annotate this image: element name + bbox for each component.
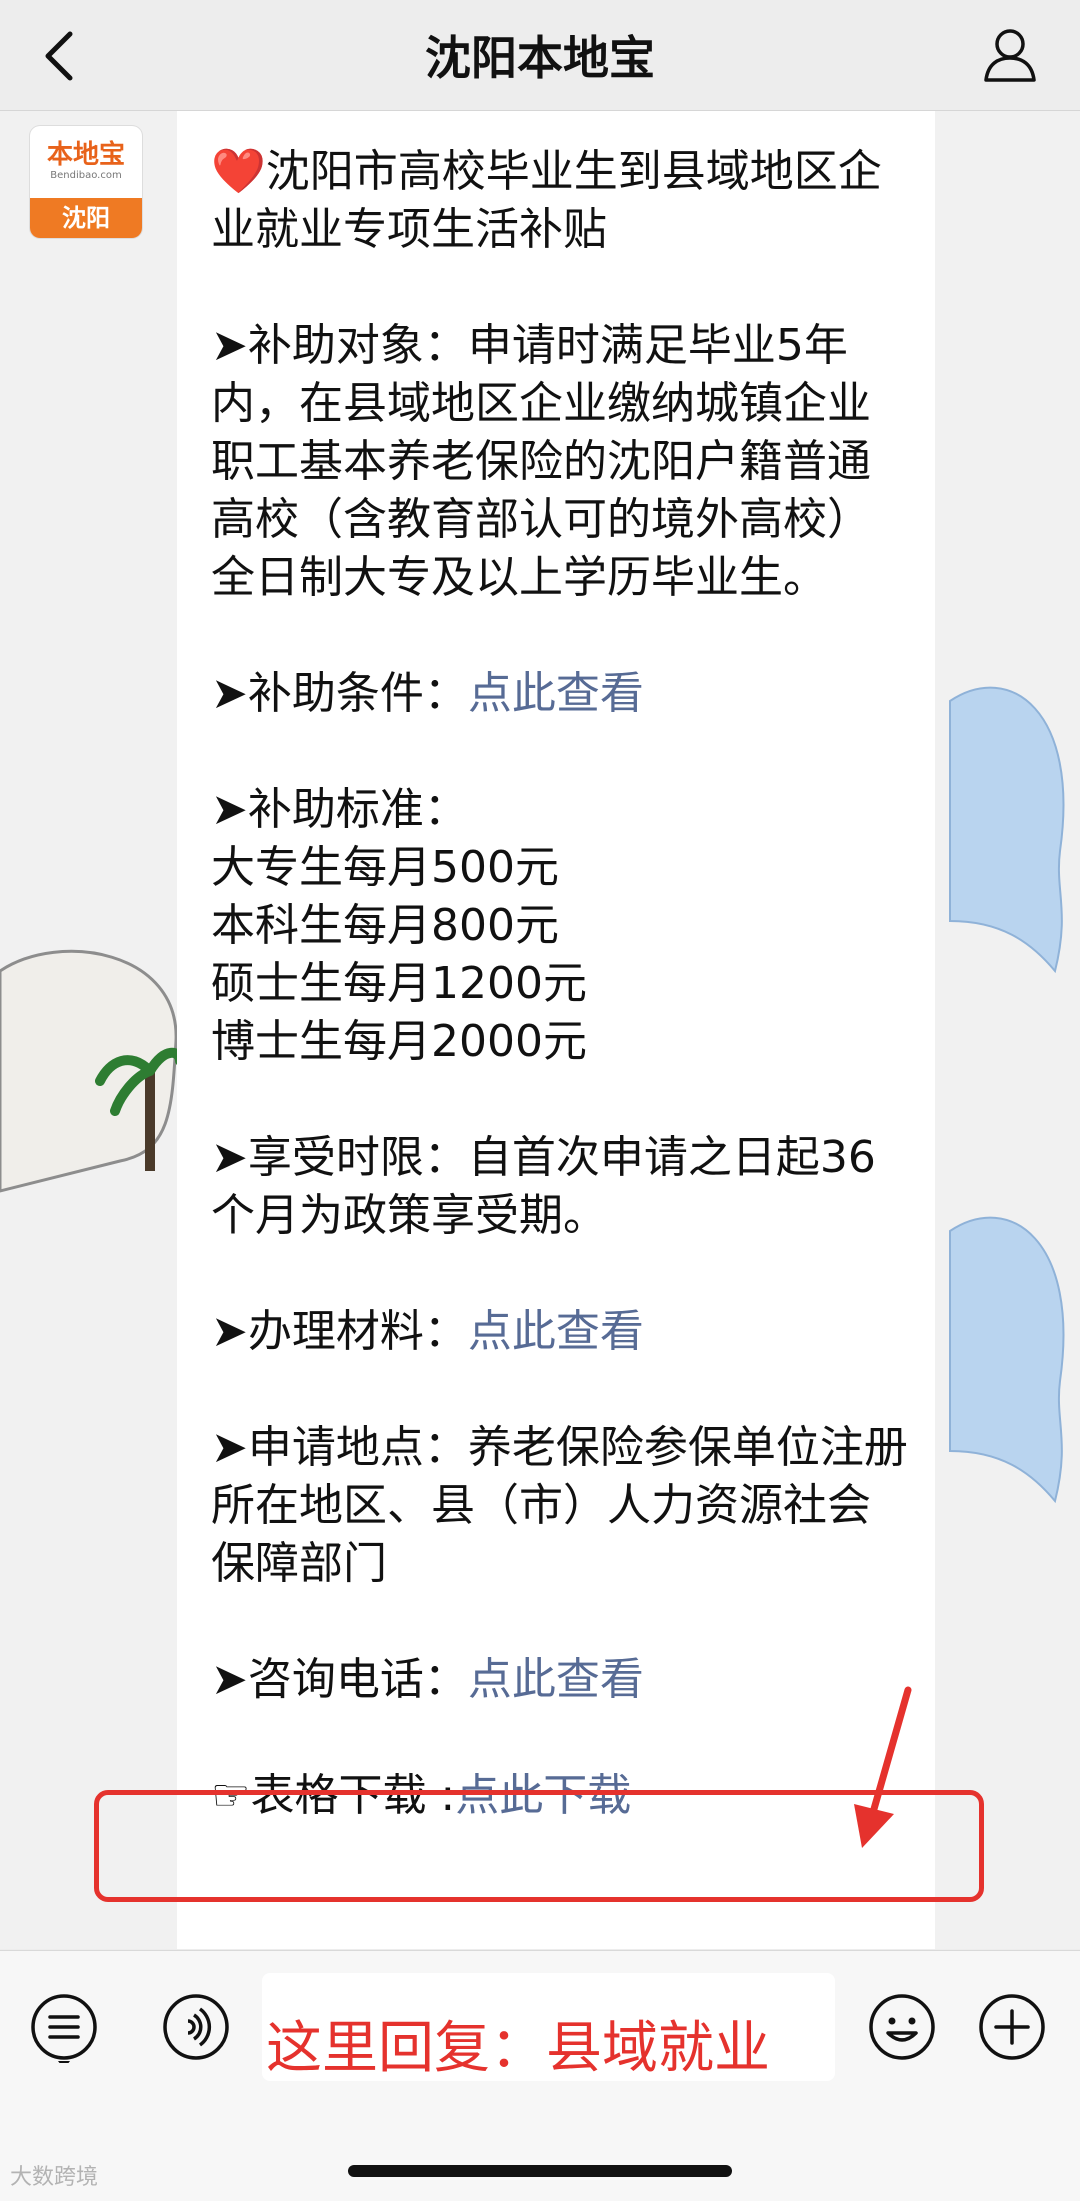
message-bubble: ❤️沈阳市高校毕业生到县域地区企业就业专项生活补贴 ➤补助对象：申请时满足毕业5… — [177, 111, 935, 1949]
location-section: ➤申请地点：养老保险参保单位注册所在地区、县（市）人力资源社会保障部门 — [211, 1422, 908, 1589]
watermark-text: 大数跨境 — [10, 2165, 99, 2190]
avatar-brand-text: 本地宝 — [46, 140, 125, 170]
emoji-icon[interactable] — [866, 1991, 938, 2063]
account-avatar[interactable]: 本地宝 Bendibao.com 沈阳 — [30, 126, 142, 238]
heart-icon: ❤️ — [211, 146, 266, 197]
page-title: 沈阳本地宝 — [425, 31, 655, 85]
background-bubble-decoration — [949, 686, 1065, 974]
background-bubble-decoration — [949, 1216, 1065, 1504]
period-section: ➤享受时限：自首次申请之日起36个月为政策享受期。 — [211, 1132, 876, 1241]
highlight-box-annotation — [94, 1790, 984, 1902]
standard-item: 大专生每月500元 — [211, 842, 559, 893]
message-title: ❤️沈阳市高校毕业生到县域地区企业就业专项生活补贴 — [211, 146, 882, 255]
phone-section: ➤咨询电话：点此查看 — [211, 1654, 644, 1705]
header-bar: 沈阳本地宝 — [0, 0, 1080, 111]
profile-icon[interactable] — [980, 24, 1040, 84]
conditions-section: ➤补助条件：点此查看 — [211, 668, 644, 719]
message-content: ❤️沈阳市高校毕业生到县域地区企业就业专项生活补贴 ➤补助对象：申请时满足毕业5… — [211, 143, 911, 1825]
standard-item: 硕士生每月1200元 — [211, 958, 587, 1009]
background-palm-decoration — [0, 950, 180, 1193]
home-indicator[interactable] — [348, 2165, 732, 2177]
message-input-field[interactable]: 这里回复：县域就业 — [262, 1973, 835, 2081]
menu-list-icon[interactable] — [28, 1991, 100, 2063]
bottom-input-bar: 这里回复：县域就业 大数跨境 — [0, 1950, 1080, 2201]
reply-hint-annotation: 这里回复：县域就业 — [266, 2016, 770, 2081]
voice-icon[interactable] — [160, 1991, 232, 2063]
plus-icon[interactable] — [976, 1991, 1048, 2063]
standard-item: 博士生每月2000元 — [211, 1016, 587, 1067]
standard-item: 本科生每月800元 — [211, 900, 559, 951]
materials-section: ➤办理材料：点此查看 — [211, 1306, 644, 1357]
chat-area: 本地宝 Bendibao.com 沈阳 ❤️沈阳市高校毕业生到县域地区企业就业专… — [0, 111, 1080, 1949]
conditions-link[interactable]: 点此查看 — [468, 668, 644, 719]
avatar-domain-text: Bendibao.com — [50, 170, 122, 181]
phone-link[interactable]: 点此查看 — [468, 1654, 644, 1705]
avatar-city-text: 沈阳 — [30, 198, 142, 238]
materials-link[interactable]: 点此查看 — [468, 1306, 644, 1357]
target-section: ➤补助对象：申请时满足毕业5年内，在县域地区企业缴纳城镇企业职工基本养老保险的沈… — [211, 320, 871, 603]
standard-label: ➤补助标准： — [211, 784, 468, 835]
